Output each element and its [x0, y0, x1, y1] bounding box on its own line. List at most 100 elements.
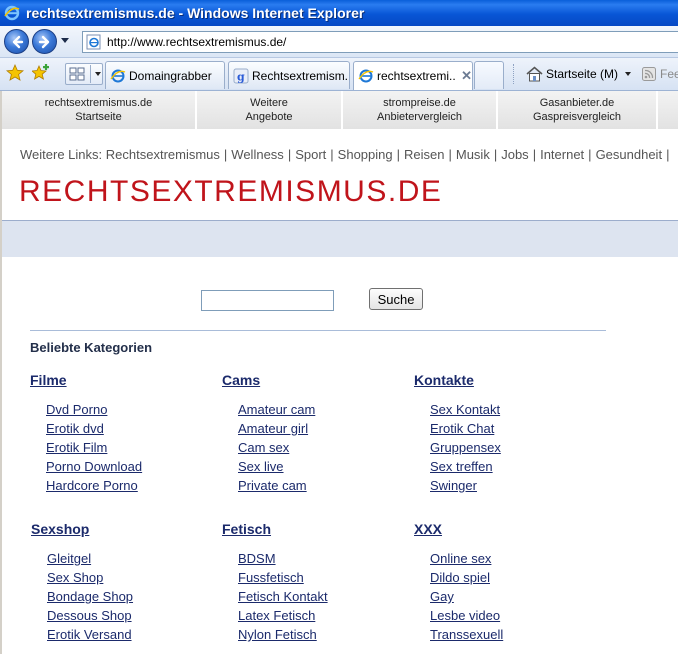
- nav-item-weitere-angebote[interactable]: Weitere Angebote: [197, 91, 343, 129]
- close-tab-icon[interactable]: ✕: [461, 68, 472, 84]
- nav-item-partial[interactable]: [658, 91, 678, 129]
- home-button[interactable]: Startseite (M): [526, 64, 618, 84]
- category-link[interactable]: Fussfetisch: [238, 570, 304, 585]
- weitere-link-shopping[interactable]: Shopping: [338, 147, 393, 162]
- add-favorite-icon[interactable]: [32, 64, 50, 82]
- tab-list-dropdown-icon[interactable]: [95, 72, 101, 76]
- new-tab-button[interactable]: [474, 61, 504, 89]
- window-title-bar[interactable]: rechtsextremismus.de - Windows Internet …: [0, 0, 678, 26]
- category-link[interactable]: Fetisch Kontakt: [238, 589, 328, 604]
- category-link[interactable]: Bondage Shop: [47, 589, 133, 604]
- category-link[interactable]: Dvd Porno: [46, 402, 107, 417]
- category-link[interactable]: Gruppensex: [430, 440, 501, 455]
- link-separator: |: [532, 147, 537, 162]
- favorites-star-icon[interactable]: [6, 64, 24, 82]
- category-link[interactable]: Gay: [430, 589, 454, 604]
- quick-tabs-separator: [90, 65, 91, 83]
- nav-item-startseite[interactable]: rechtsextremismus.de Startseite: [2, 91, 197, 129]
- weitere-link-gesundheit[interactable]: Gesundheit: [596, 147, 663, 162]
- category-link[interactable]: Sex Kontakt: [430, 402, 500, 417]
- category-link[interactable]: Erotik Chat: [430, 421, 494, 436]
- link-separator: |: [287, 147, 292, 162]
- list-item: Erotik Versand: [47, 625, 133, 644]
- category-link[interactable]: Sex treffen: [430, 459, 493, 474]
- internet-explorer-icon: [4, 5, 20, 21]
- tab-domaingrabber[interactable]: Domaingrabber: [105, 61, 225, 89]
- category-link[interactable]: Latex Fetisch: [238, 608, 315, 623]
- weitere-link-rechtsextremismus[interactable]: Rechtsextremismus: [106, 147, 220, 162]
- category-link[interactable]: Lesbe video: [430, 608, 500, 623]
- link-separator: |: [396, 147, 401, 162]
- nav-item-line2: Startseite: [75, 111, 122, 123]
- category-link[interactable]: Erotik dvd: [46, 421, 104, 436]
- category-title[interactable]: Fetisch: [222, 521, 328, 540]
- category-link[interactable]: Sex Shop: [47, 570, 103, 585]
- feeds-button[interactable]: Fee: [642, 65, 678, 83]
- category-title[interactable]: Sexshop: [31, 521, 133, 540]
- recent-pages-dropdown-icon[interactable]: [61, 38, 69, 43]
- ie-page-icon: [86, 34, 101, 50]
- category-link[interactable]: Erotik Film: [46, 440, 107, 455]
- quick-tabs-grid-icon: [69, 67, 85, 81]
- nav-item-line2: Gaspreisvergleich: [532, 111, 622, 123]
- category-title[interactable]: Filme: [30, 372, 142, 391]
- category-link[interactable]: Sex live: [238, 459, 284, 474]
- google-icon: g: [233, 68, 249, 83]
- category-link[interactable]: BDSM: [238, 551, 276, 566]
- category-title[interactable]: Kontakte: [414, 372, 501, 391]
- list-item: Sex Kontakt: [430, 400, 501, 419]
- search-input[interactable]: [201, 290, 334, 311]
- command-bar-separator: [513, 64, 515, 84]
- weitere-link-musik[interactable]: Musik: [456, 147, 490, 162]
- tab-rechtsextremismus-active[interactable]: rechtsextremi... ✕: [353, 61, 473, 90]
- svg-text:g: g: [237, 70, 245, 83]
- list-item: Nylon Fetisch: [238, 625, 328, 644]
- list-item: Erotik dvd: [46, 419, 142, 438]
- category-link-list: Dvd Porno Erotik dvd Erotik Film Porno D…: [46, 400, 142, 495]
- ie-page-icon: [358, 69, 374, 83]
- category-link[interactable]: Cam sex: [238, 440, 289, 455]
- category-link[interactable]: Amateur girl: [238, 421, 308, 436]
- category-link[interactable]: Swinger: [430, 478, 477, 493]
- category-link[interactable]: Porno Download: [46, 459, 142, 474]
- weitere-links-bar: Weitere Links: Rechtsextremismus | Wellnes…: [20, 147, 673, 162]
- category-link[interactable]: Gleitgel: [47, 551, 91, 566]
- category-link[interactable]: Private cam: [238, 478, 307, 493]
- list-item: Gleitgel: [47, 549, 133, 568]
- address-input[interactable]: http://www.rechtsextremismus.de/: [82, 31, 678, 53]
- weitere-link-sport[interactable]: Sport: [295, 147, 326, 162]
- link-separator: |: [448, 147, 452, 162]
- category-cams: Cams Amateur cam Amateur girl Cam sex Se…: [222, 372, 315, 495]
- site-title: RECHTSEXTREMISMUS.DE: [19, 175, 443, 208]
- nav-item-gasanbieter[interactable]: Gasanbieter.de Gaspreisvergleich: [498, 91, 658, 129]
- feeds-label: Fee: [660, 67, 678, 81]
- category-link[interactable]: Dessous Shop: [47, 608, 132, 623]
- category-link[interactable]: Dildo spiel: [430, 570, 490, 585]
- list-item: Amateur girl: [238, 419, 315, 438]
- category-link[interactable]: Amateur cam: [238, 402, 315, 417]
- back-button[interactable]: [4, 29, 29, 54]
- search-button[interactable]: Suche: [369, 288, 423, 310]
- category-link[interactable]: Online sex: [430, 551, 491, 566]
- category-title[interactable]: XXX: [414, 521, 503, 540]
- category-link[interactable]: Nylon Fetisch: [238, 627, 317, 642]
- weitere-link-wellness[interactable]: Wellness: [231, 147, 284, 162]
- forward-button[interactable]: [32, 29, 57, 54]
- tab-rechtsextremismus-google[interactable]: g Rechtsextremism...: [228, 61, 350, 89]
- category-link[interactable]: Transsexuell: [430, 627, 503, 642]
- quick-tabs-button[interactable]: [65, 63, 103, 85]
- category-title[interactable]: Cams: [222, 372, 315, 391]
- weitere-link-jobs[interactable]: Jobs: [501, 147, 528, 162]
- list-item: Dvd Porno: [46, 400, 142, 419]
- categories-heading: Beliebte Kategorien: [30, 340, 153, 355]
- category-link[interactable]: Erotik Versand: [47, 627, 132, 642]
- home-dropdown-icon[interactable]: [625, 72, 631, 76]
- nav-item-strompreise[interactable]: strompreise.de Anbietervergleich: [343, 91, 498, 129]
- weitere-link-reisen[interactable]: Reisen: [404, 147, 444, 162]
- list-item: Sex treffen: [430, 457, 501, 476]
- rss-feed-icon: [642, 67, 656, 81]
- nav-item-line1: strompreise.de: [383, 97, 456, 109]
- weitere-link-internet[interactable]: Internet: [540, 147, 584, 162]
- category-link[interactable]: Hardcore Porno: [46, 478, 138, 493]
- category-link-list: Amateur cam Amateur girl Cam sex Sex liv…: [238, 400, 315, 495]
